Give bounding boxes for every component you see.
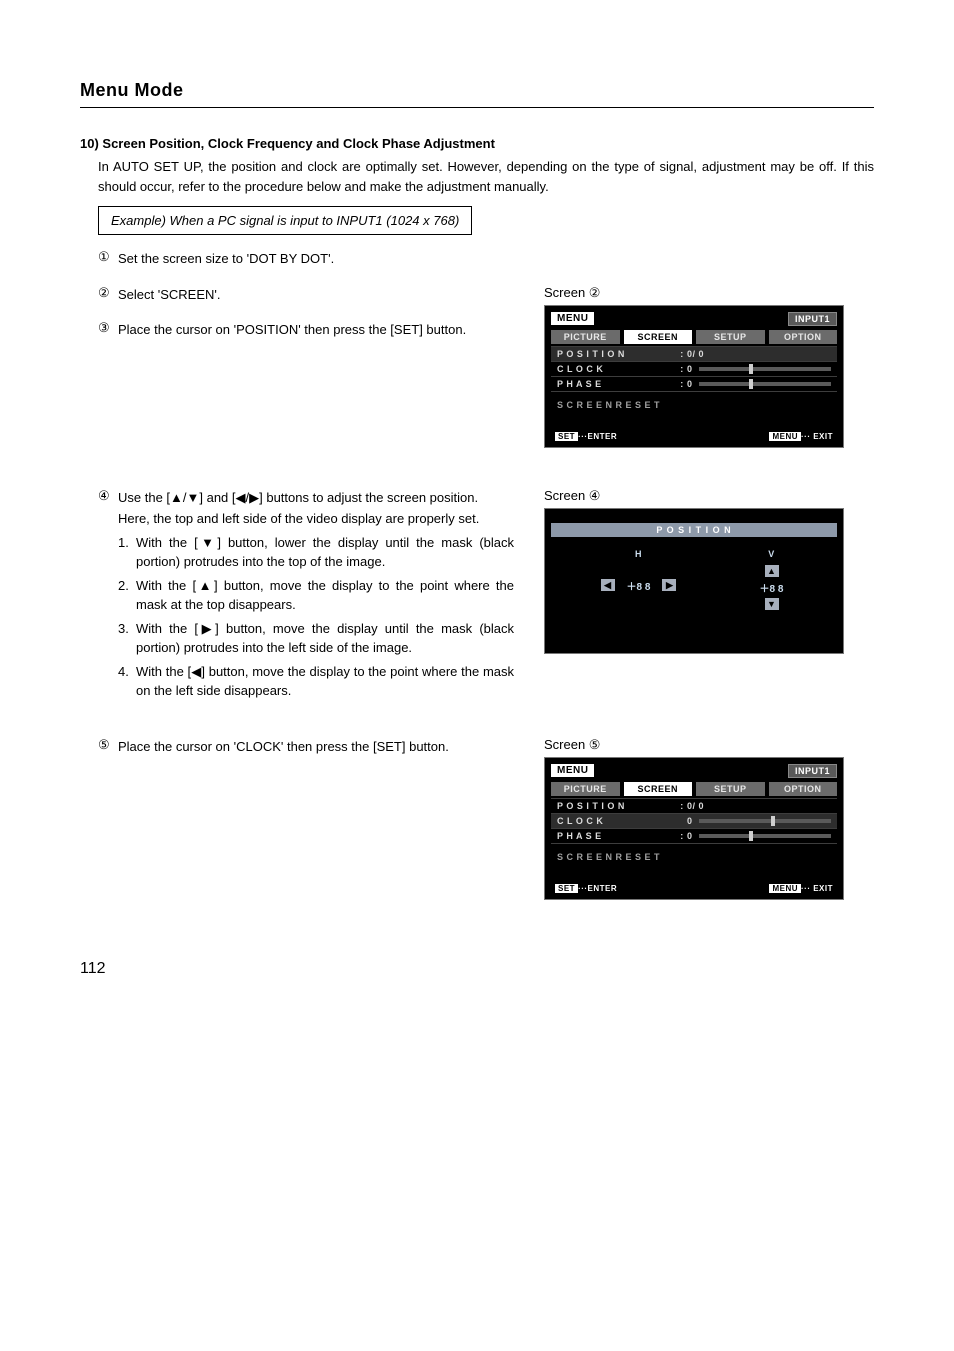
step-5: ⑤ Place the cursor on 'CLOCK' then press…	[98, 737, 514, 757]
osd-row-phase-label: P H A S E	[557, 831, 677, 841]
footer-enter: ···ENTER	[578, 884, 617, 893]
step-5-text: Place the cursor on 'CLOCK' then press t…	[118, 737, 514, 757]
page-number: 112	[80, 960, 874, 978]
caption-screen-2: Screen ②	[544, 285, 874, 301]
step-4-marker: ④	[98, 488, 118, 701]
step-1-marker: ①	[98, 249, 118, 269]
osd-row-reset[interactable]: S C R E E N R E S E T	[551, 843, 837, 882]
footer-exit: ··· EXIT	[801, 432, 833, 441]
osd2-v-label: V	[768, 549, 775, 559]
osd-row-clock-value: 0	[687, 364, 693, 374]
key-menu: MENU	[728, 629, 775, 646]
step-4-sub2: With the [▲] button, move the display to…	[136, 576, 514, 615]
osd-row-phase-label: P H A S E	[557, 379, 677, 389]
footer-enter: ···ENTER	[578, 432, 617, 441]
step-4-note: Here, the top and left side of the video…	[118, 509, 514, 529]
osd-menu-chip: MENU	[551, 764, 594, 777]
osd-row-clock-label: C L O C K	[557, 364, 677, 374]
slider	[699, 834, 831, 838]
osd2-title: P O S I T I O N	[551, 523, 837, 537]
osd-row-position-value: 0/ 0	[687, 801, 831, 811]
step-5-marker: ⑤	[98, 737, 118, 757]
osd-tab-setup[interactable]: SETUP	[696, 782, 765, 796]
arrow-down-icon[interactable]: ▼	[765, 598, 779, 610]
osd2-v-value: ＋8 8	[756, 579, 788, 596]
osd-row-phase[interactable]: P H A S E : 0	[551, 376, 837, 391]
key-menu: MENU	[769, 884, 801, 893]
key-set: SET	[557, 629, 588, 646]
section-intro: In AUTO SET UP, the position and clock a…	[80, 157, 874, 196]
step-3: ③ Place the cursor on 'POSITION' then pr…	[98, 320, 514, 340]
osd-row-position-label: P O S I T I O N	[557, 801, 677, 811]
osd-input-chip: INPUT1	[788, 312, 837, 326]
step-1-text: Set the screen size to 'DOT BY DOT'.	[118, 249, 874, 269]
step-4-text: Use the [▲/▼] and [◀/▶] buttons to adjus…	[118, 490, 478, 505]
key-set: SET	[555, 884, 578, 893]
osd-row-position-label: P O S I T I O N	[557, 349, 677, 359]
key-set: SET	[555, 432, 578, 441]
arrow-up-icon[interactable]: ▲	[765, 565, 779, 577]
osd-screen-2: MENU INPUT1 PICTURE SCREEN SETUP OPTION …	[544, 305, 844, 448]
osd-tab-picture[interactable]: PICTURE	[551, 782, 620, 796]
step-2: ② Select 'SCREEN'.	[98, 285, 514, 305]
key-menu: MENU	[769, 432, 801, 441]
osd-row-reset[interactable]: S C R E E N R E S E T	[551, 391, 837, 430]
step-3-marker: ③	[98, 320, 118, 340]
osd-tab-picture[interactable]: PICTURE	[551, 330, 620, 344]
step-2-marker: ②	[98, 285, 118, 305]
step-2-text: Select 'SCREEN'.	[118, 285, 514, 305]
arrow-left-icon[interactable]: ◀	[601, 579, 615, 591]
step-4-sub4: With the [◀] button, move the display to…	[136, 662, 514, 701]
step-1: ① Set the screen size to 'DOT BY DOT'.	[98, 249, 874, 269]
step-4-sub3: With the [▶] button, move the display un…	[136, 619, 514, 658]
slider	[699, 819, 831, 823]
osd-row-position[interactable]: P O S I T I O N : 0/ 0	[551, 798, 837, 813]
example-box: Example) When a PC signal is input to IN…	[98, 206, 472, 235]
osd-tab-option[interactable]: OPTION	[769, 330, 838, 344]
caption-screen-5: Screen ⑤	[544, 737, 874, 753]
slider	[699, 367, 831, 371]
osd-row-clock-value: 0	[687, 816, 693, 826]
osd-screen-5: MENU INPUT1 PICTURE SCREEN SETUP OPTION …	[544, 757, 844, 900]
section-heading: 10) Screen Position, Clock Frequency and…	[80, 136, 874, 151]
osd-row-position[interactable]: P O S I T I O N : 0/ 0	[551, 346, 837, 361]
osd-tab-setup[interactable]: SETUP	[696, 330, 765, 344]
footer-exit: ··· EXIT	[801, 884, 833, 893]
osd-input-chip: INPUT1	[788, 764, 837, 778]
osd-tab-option[interactable]: OPTION	[769, 782, 838, 796]
step-3-text: Place the cursor on 'POSITION' then pres…	[118, 320, 514, 340]
osd2-h-label: H	[635, 549, 642, 559]
osd-tab-screen[interactable]: SCREEN	[624, 330, 693, 344]
footer-set: ··· SET	[588, 629, 640, 646]
osd-menu-chip: MENU	[551, 312, 594, 325]
osd-row-phase-value: 0	[687, 831, 693, 841]
slider	[699, 382, 831, 386]
osd-row-position-value: 0/ 0	[687, 349, 831, 359]
footer-exit: ··· EXIT	[775, 629, 831, 646]
osd-tab-screen[interactable]: SCREEN	[624, 782, 693, 796]
osd-row-phase-value: 0	[687, 379, 693, 389]
osd-row-phase[interactable]: P H A S E : 0	[551, 828, 837, 843]
caption-screen-4: Screen ④	[544, 488, 874, 504]
step-4-sub1: With the [▼] button, lower the display u…	[136, 533, 514, 572]
osd-screen-4: P O S I T I O N H ◀ ＋8 8 ▶ V ▲	[544, 508, 844, 654]
osd2-h-value: ＋8 8	[623, 577, 655, 594]
osd-row-clock-label: C L O C K	[557, 816, 677, 826]
arrow-right-icon[interactable]: ▶	[662, 579, 676, 591]
osd-row-clock[interactable]: C L O C K 0	[551, 813, 837, 828]
page-title: Menu Mode	[80, 80, 874, 108]
step-4: ④ Use the [▲/▼] and [◀/▶] buttons to adj…	[98, 488, 514, 701]
osd-row-clock[interactable]: C L O C K : 0	[551, 361, 837, 376]
